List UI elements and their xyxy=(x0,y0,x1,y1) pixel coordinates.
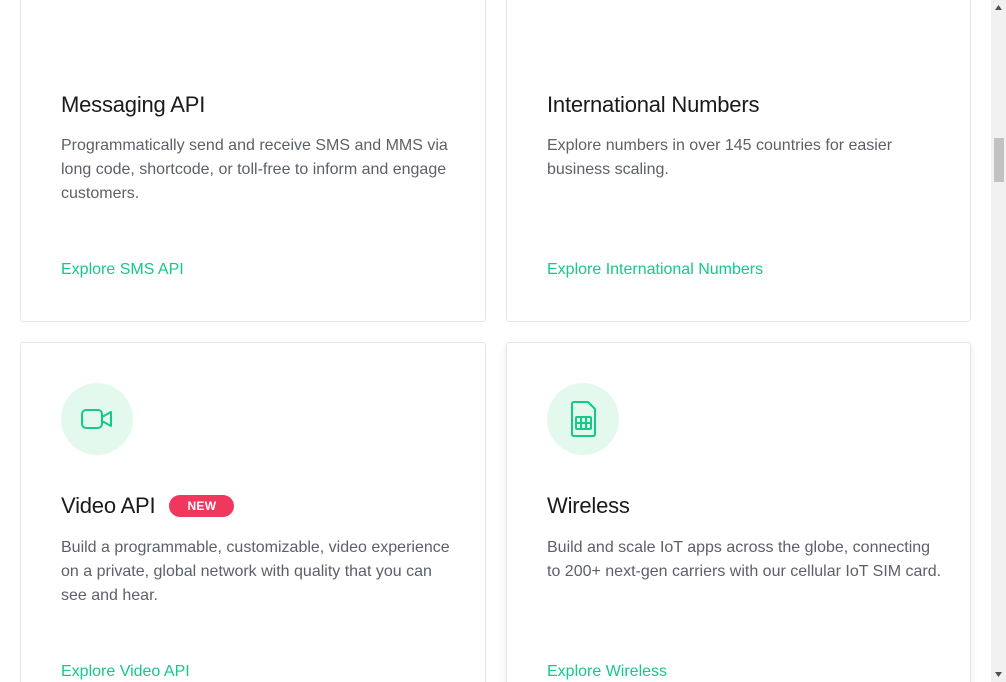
page-viewport: Messaging API Programmatically send and … xyxy=(0,0,1006,682)
explore-international-numbers-link[interactable]: Explore International Numbers xyxy=(547,261,763,279)
new-badge: NEW xyxy=(169,495,235,517)
explore-wireless-link[interactable]: Explore Wireless xyxy=(547,663,667,681)
card-description: Programmatically send and receive SMS an… xyxy=(61,137,448,202)
arrow-up-icon[interactable] xyxy=(991,0,1006,15)
scrollbar-thumb[interactable] xyxy=(994,138,1004,182)
explore-sms-api-link[interactable]: Explore SMS API xyxy=(61,261,184,279)
card-title-row: Messaging API xyxy=(61,92,205,118)
card-international-numbers: International Numbers Explore numbers in… xyxy=(506,0,971,322)
card-title-row: Video API NEW xyxy=(61,493,235,519)
sim-card-icon xyxy=(547,383,619,455)
card-description: Build a programmable, customizable, vide… xyxy=(61,539,450,604)
card-title-row: Wireless xyxy=(547,493,630,519)
card-video-api: Video API NEW Build a programmable, cust… xyxy=(20,342,486,682)
card-title-row: International Numbers xyxy=(547,92,759,118)
card-description: Build and scale IoT apps across the glob… xyxy=(547,539,942,580)
card-title: Messaging API xyxy=(61,92,206,117)
card-title: Wireless xyxy=(547,493,630,518)
vertical-scrollbar[interactable] xyxy=(991,0,1006,682)
card-title: Video API xyxy=(61,493,156,518)
arrow-down-icon[interactable] xyxy=(991,667,1006,682)
card-messaging-api: Messaging API Programmatically send and … xyxy=(20,0,486,322)
card-title: International Numbers xyxy=(547,92,760,117)
video-camera-icon xyxy=(61,383,133,455)
card-wireless: Wireless Build and scale IoT apps across… xyxy=(506,342,971,682)
explore-video-api-link[interactable]: Explore Video API xyxy=(61,663,190,681)
card-description: Explore numbers in over 145 countries fo… xyxy=(547,137,893,178)
